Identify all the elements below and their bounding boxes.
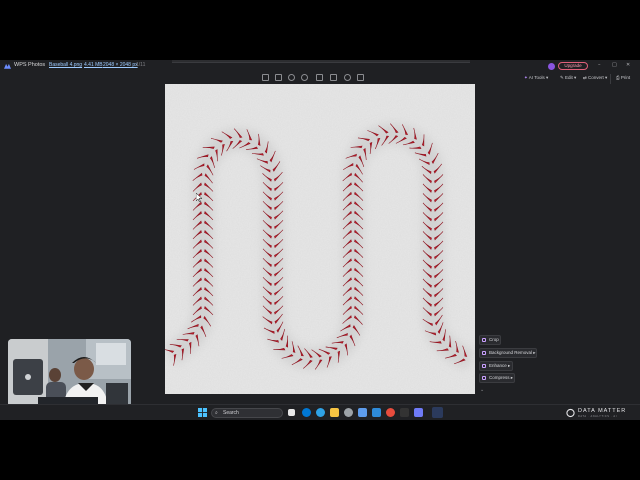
wps-photos-logo-icon: [4, 63, 11, 69]
actual-size-icon[interactable]: [275, 74, 282, 81]
crop-icon: [482, 338, 486, 342]
browser-icon[interactable]: [316, 408, 325, 417]
edit-label: Edit ▾: [565, 75, 577, 80]
terminal-icon[interactable]: [400, 408, 409, 417]
chrome-icon[interactable]: [386, 408, 395, 417]
task-view-icon[interactable]: [288, 409, 295, 416]
wps-photos-taskbar-icon[interactable]: [432, 407, 443, 418]
video-frame: WPS Photos Baseball 4.png 4.41 MB 2048 ×…: [0, 0, 640, 480]
brand-watermark: DATA MATTER: [578, 408, 627, 414]
minimize-button[interactable]: –: [598, 62, 601, 68]
ai-crop-button[interactable]: Crop: [479, 335, 501, 345]
ai-crop-label: Crop: [489, 337, 499, 342]
enhance-icon: [482, 364, 486, 368]
search-icon: ⌕: [215, 410, 218, 416]
file-dimensions-link[interactable]: 2048 × 2048 px: [103, 62, 138, 68]
background-removal-button[interactable]: Background Removal ▸: [479, 348, 537, 358]
title-bar: WPS Photos Baseball 4.png 4.41 MB 2048 ×…: [0, 60, 640, 72]
file-name-link[interactable]: Baseball 4.png: [49, 62, 82, 68]
rotate-icon[interactable]: [316, 74, 323, 81]
enhance-label: Enhance ▸: [489, 363, 511, 368]
maximize-button[interactable]: □: [612, 62, 617, 68]
ai-tools-menu[interactable]: ✦ AI Tools ▾: [524, 75, 548, 81]
user-avatar[interactable]: [548, 63, 555, 70]
photos-app-icon[interactable]: [358, 408, 367, 417]
enhance-button[interactable]: Enhance ▸: [479, 361, 513, 371]
file-index: 1/11: [136, 62, 146, 68]
compress-label: Compress ▸: [489, 375, 514, 380]
settings-gear-icon[interactable]: [344, 408, 353, 417]
zoom-out-icon[interactable]: [301, 74, 308, 81]
edge-icon[interactable]: [302, 408, 311, 417]
toolbar-divider: [610, 74, 611, 84]
compress-button[interactable]: Compress ▸: [479, 373, 515, 383]
app-name: WPS Photos: [14, 62, 46, 68]
convert-label: Convert ▾: [588, 75, 608, 80]
vscode-icon[interactable]: [372, 408, 381, 417]
upgrade-button[interactable]: Upgrade: [558, 62, 588, 70]
compress-icon: [482, 376, 486, 380]
background-removal-icon: [482, 351, 486, 355]
taskbar-search-box[interactable]: ⌕ Search: [211, 408, 283, 418]
collapse-menu-icon[interactable]: ⌄: [480, 387, 484, 393]
convert-menu[interactable]: ⇄ Convert ▾: [583, 75, 607, 81]
webcam-overlay: [8, 339, 131, 407]
fit-icon[interactable]: [262, 74, 269, 81]
windows-taskbar: ⌕ Search DATA MATTER DATA · ANALYTICS · …: [0, 404, 640, 420]
background-removal-label: Background Removal ▸: [489, 350, 536, 355]
crop-icon[interactable]: [330, 74, 337, 81]
app-icon[interactable]: [414, 408, 423, 417]
zoom-in-icon[interactable]: [288, 74, 295, 81]
search-placeholder: Search: [223, 410, 239, 416]
edit-menu[interactable]: ✎ Edit ▾: [560, 75, 576, 81]
print-button[interactable]: ⎙ Print: [616, 75, 630, 80]
file-explorer-icon[interactable]: [330, 408, 339, 417]
mouse-cursor-icon: [196, 193, 202, 202]
favorite-icon[interactable]: [344, 74, 351, 81]
close-button[interactable]: ✕: [626, 62, 630, 68]
print-label: Print: [620, 75, 631, 80]
windows-start-icon[interactable]: [198, 408, 207, 417]
desktop-screen: WPS Photos Baseball 4.png 4.41 MB 2048 ×…: [0, 60, 640, 420]
ai-tools-label: AI Tools ▾: [528, 75, 549, 80]
baseball-stitch-image[interactable]: [165, 84, 475, 394]
file-size-link[interactable]: 4.41 MB: [84, 62, 103, 68]
brand-tagline: DATA · ANALYTICS · AI: [578, 415, 617, 418]
delete-icon[interactable]: [357, 74, 364, 81]
image-toolbar: [262, 74, 366, 84]
data-matter-logo-icon: [566, 408, 575, 418]
